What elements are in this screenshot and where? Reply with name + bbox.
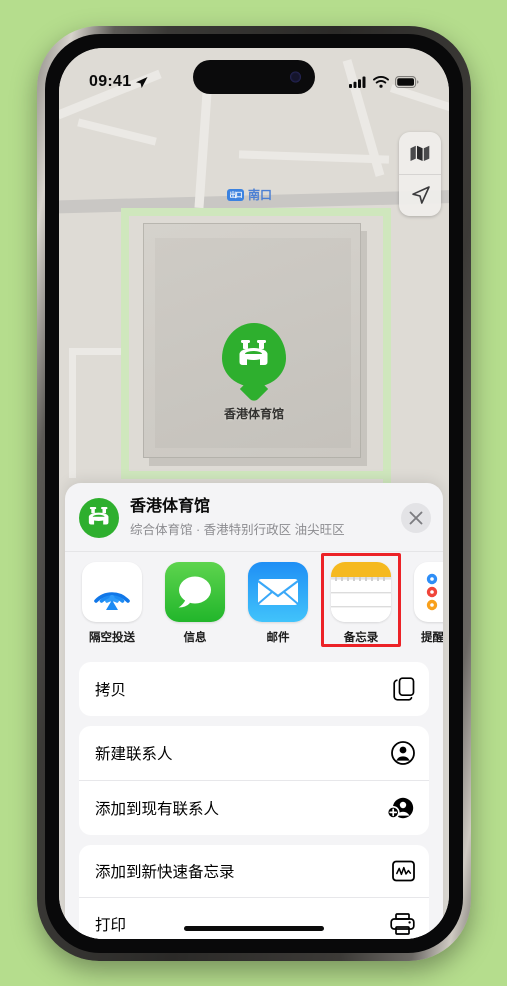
- page-subtitle: 综合体育馆 · 香港特别行政区 油尖旺区: [130, 523, 345, 537]
- action-label: 添加到现有联系人: [95, 800, 220, 818]
- reminders-icon: [426, 573, 438, 611]
- printer-icon: [390, 913, 415, 935]
- phone-frame: 出口 南口 香港体育馆 09:41 香港体育馆 综合体育馆 · 香港特别行政区 …: [37, 26, 471, 961]
- action-label: 新建联系人: [95, 745, 173, 763]
- map-road: [238, 150, 390, 164]
- airdrop-icon-tile: [82, 562, 142, 622]
- map-pin-label: 香港体育馆: [223, 407, 284, 421]
- phone-screen: 出口 南口 香港体育馆 09:41 香港体育馆 综合体育馆 · 香港特别行政区 …: [59, 48, 449, 939]
- locate-me-button[interactable]: [399, 174, 441, 216]
- action-row-print[interactable]: 打印: [79, 896, 429, 939]
- share-sheet-titles: 香港体育馆 综合体育馆 · 香港特别行政区 油尖旺区: [130, 497, 390, 538]
- map-icon: [410, 145, 430, 161]
- battery-icon: [395, 76, 419, 88]
- status-clock: 09:41: [89, 73, 132, 90]
- map-park-edge: [121, 208, 391, 216]
- notes-icon-tile: [331, 562, 391, 622]
- map-poi-label: 南口: [248, 188, 273, 202]
- status-time-group: 09:41: [89, 73, 148, 91]
- navigation-arrow-icon: [411, 186, 430, 204]
- exit-badge-icon: 出口: [227, 188, 244, 201]
- share-sheet: 香港体育馆 综合体育馆 · 香港特别行政区 油尖旺区 隔空投送 信息 邮件 备忘…: [65, 483, 443, 939]
- close-button[interactable]: [401, 502, 431, 533]
- mail-icon: [257, 579, 299, 605]
- action-label: 添加到新快速备忘录: [95, 863, 235, 881]
- share-app-notes[interactable]: 备忘录: [321, 553, 401, 647]
- share-app-reminders[interactable]: 提醒事项: [413, 562, 443, 644]
- map-pin[interactable]: [222, 323, 286, 398]
- share-app-label: 提醒事项: [421, 632, 443, 644]
- reminders-icon-tile: [414, 562, 443, 622]
- action-label: 拷贝: [95, 681, 127, 699]
- share-app-messages[interactable]: 信息: [164, 562, 226, 644]
- map-poi-south-gate[interactable]: 出口 南口: [227, 186, 272, 203]
- location-arrow-icon: [136, 76, 148, 88]
- action-group: 添加到新快速备忘录 打印: [79, 844, 429, 939]
- action-row-new-contact[interactable]: 新建联系人: [79, 726, 429, 780]
- share-app-mail[interactable]: 邮件: [247, 562, 309, 644]
- airdrop-icon: [94, 592, 130, 610]
- action-group: 新建联系人 添加到现有联系人: [79, 725, 429, 835]
- map-pin-anchor-dot: [250, 391, 258, 398]
- share-sheet-header: 香港体育馆 综合体育馆 · 香港特别行政区 油尖旺区: [65, 483, 443, 551]
- wifi-icon: [373, 76, 389, 88]
- action-row-add-existing-contact[interactable]: 添加到现有联系人: [79, 779, 429, 835]
- close-icon: [409, 511, 423, 524]
- share-app-label: 备忘录: [343, 632, 379, 644]
- home-indicator[interactable]: [184, 926, 324, 931]
- share-actions-list[interactable]: 拷贝 新建联系人 添加到现有联系人 添加到新快速备忘录 打印: [65, 648, 443, 939]
- share-app-label: 信息: [183, 632, 207, 644]
- share-apps-row[interactable]: 隔空投送 信息 邮件 备忘录 提醒: [65, 551, 443, 648]
- page-title: 香港体育馆: [130, 498, 211, 515]
- dynamic-island: [193, 60, 315, 94]
- messages-icon: [178, 576, 211, 608]
- share-app-airdrop[interactable]: 隔空投送: [81, 562, 143, 644]
- mail-icon-tile: [248, 562, 308, 622]
- phone-bezel: 出口 南口 香港体育馆 09:41 香港体育馆 综合体育馆 · 香港特别行政区 …: [45, 34, 463, 953]
- signal-bars-icon: [349, 76, 366, 88]
- action-group: 拷贝: [79, 661, 429, 716]
- messages-icon-tile: [165, 562, 225, 622]
- map-controls[interactable]: [399, 132, 441, 216]
- notes-icon: [331, 562, 391, 622]
- map-road: [77, 118, 157, 146]
- action-label: 打印: [95, 916, 127, 934]
- stadium-icon: [88, 507, 109, 525]
- person-circle-icon: [391, 741, 415, 765]
- map-layers-button[interactable]: [399, 132, 441, 174]
- action-row-copy[interactable]: 拷贝: [79, 662, 429, 716]
- map-pin-container[interactable]: 香港体育馆: [59, 323, 449, 422]
- share-app-label: 邮件: [266, 632, 290, 644]
- status-indicators: [349, 76, 419, 88]
- action-row-new-quick-note[interactable]: 添加到新快速备忘录: [79, 845, 429, 897]
- map-park-edge: [121, 471, 391, 479]
- share-app-label: 隔空投送: [89, 632, 135, 644]
- person-add-icon: [387, 796, 415, 820]
- avatar: [79, 497, 119, 538]
- stadium-icon: [239, 340, 268, 365]
- copy-icon: [393, 677, 415, 701]
- front-camera-icon: [290, 71, 301, 83]
- quick-note-icon: [392, 860, 415, 882]
